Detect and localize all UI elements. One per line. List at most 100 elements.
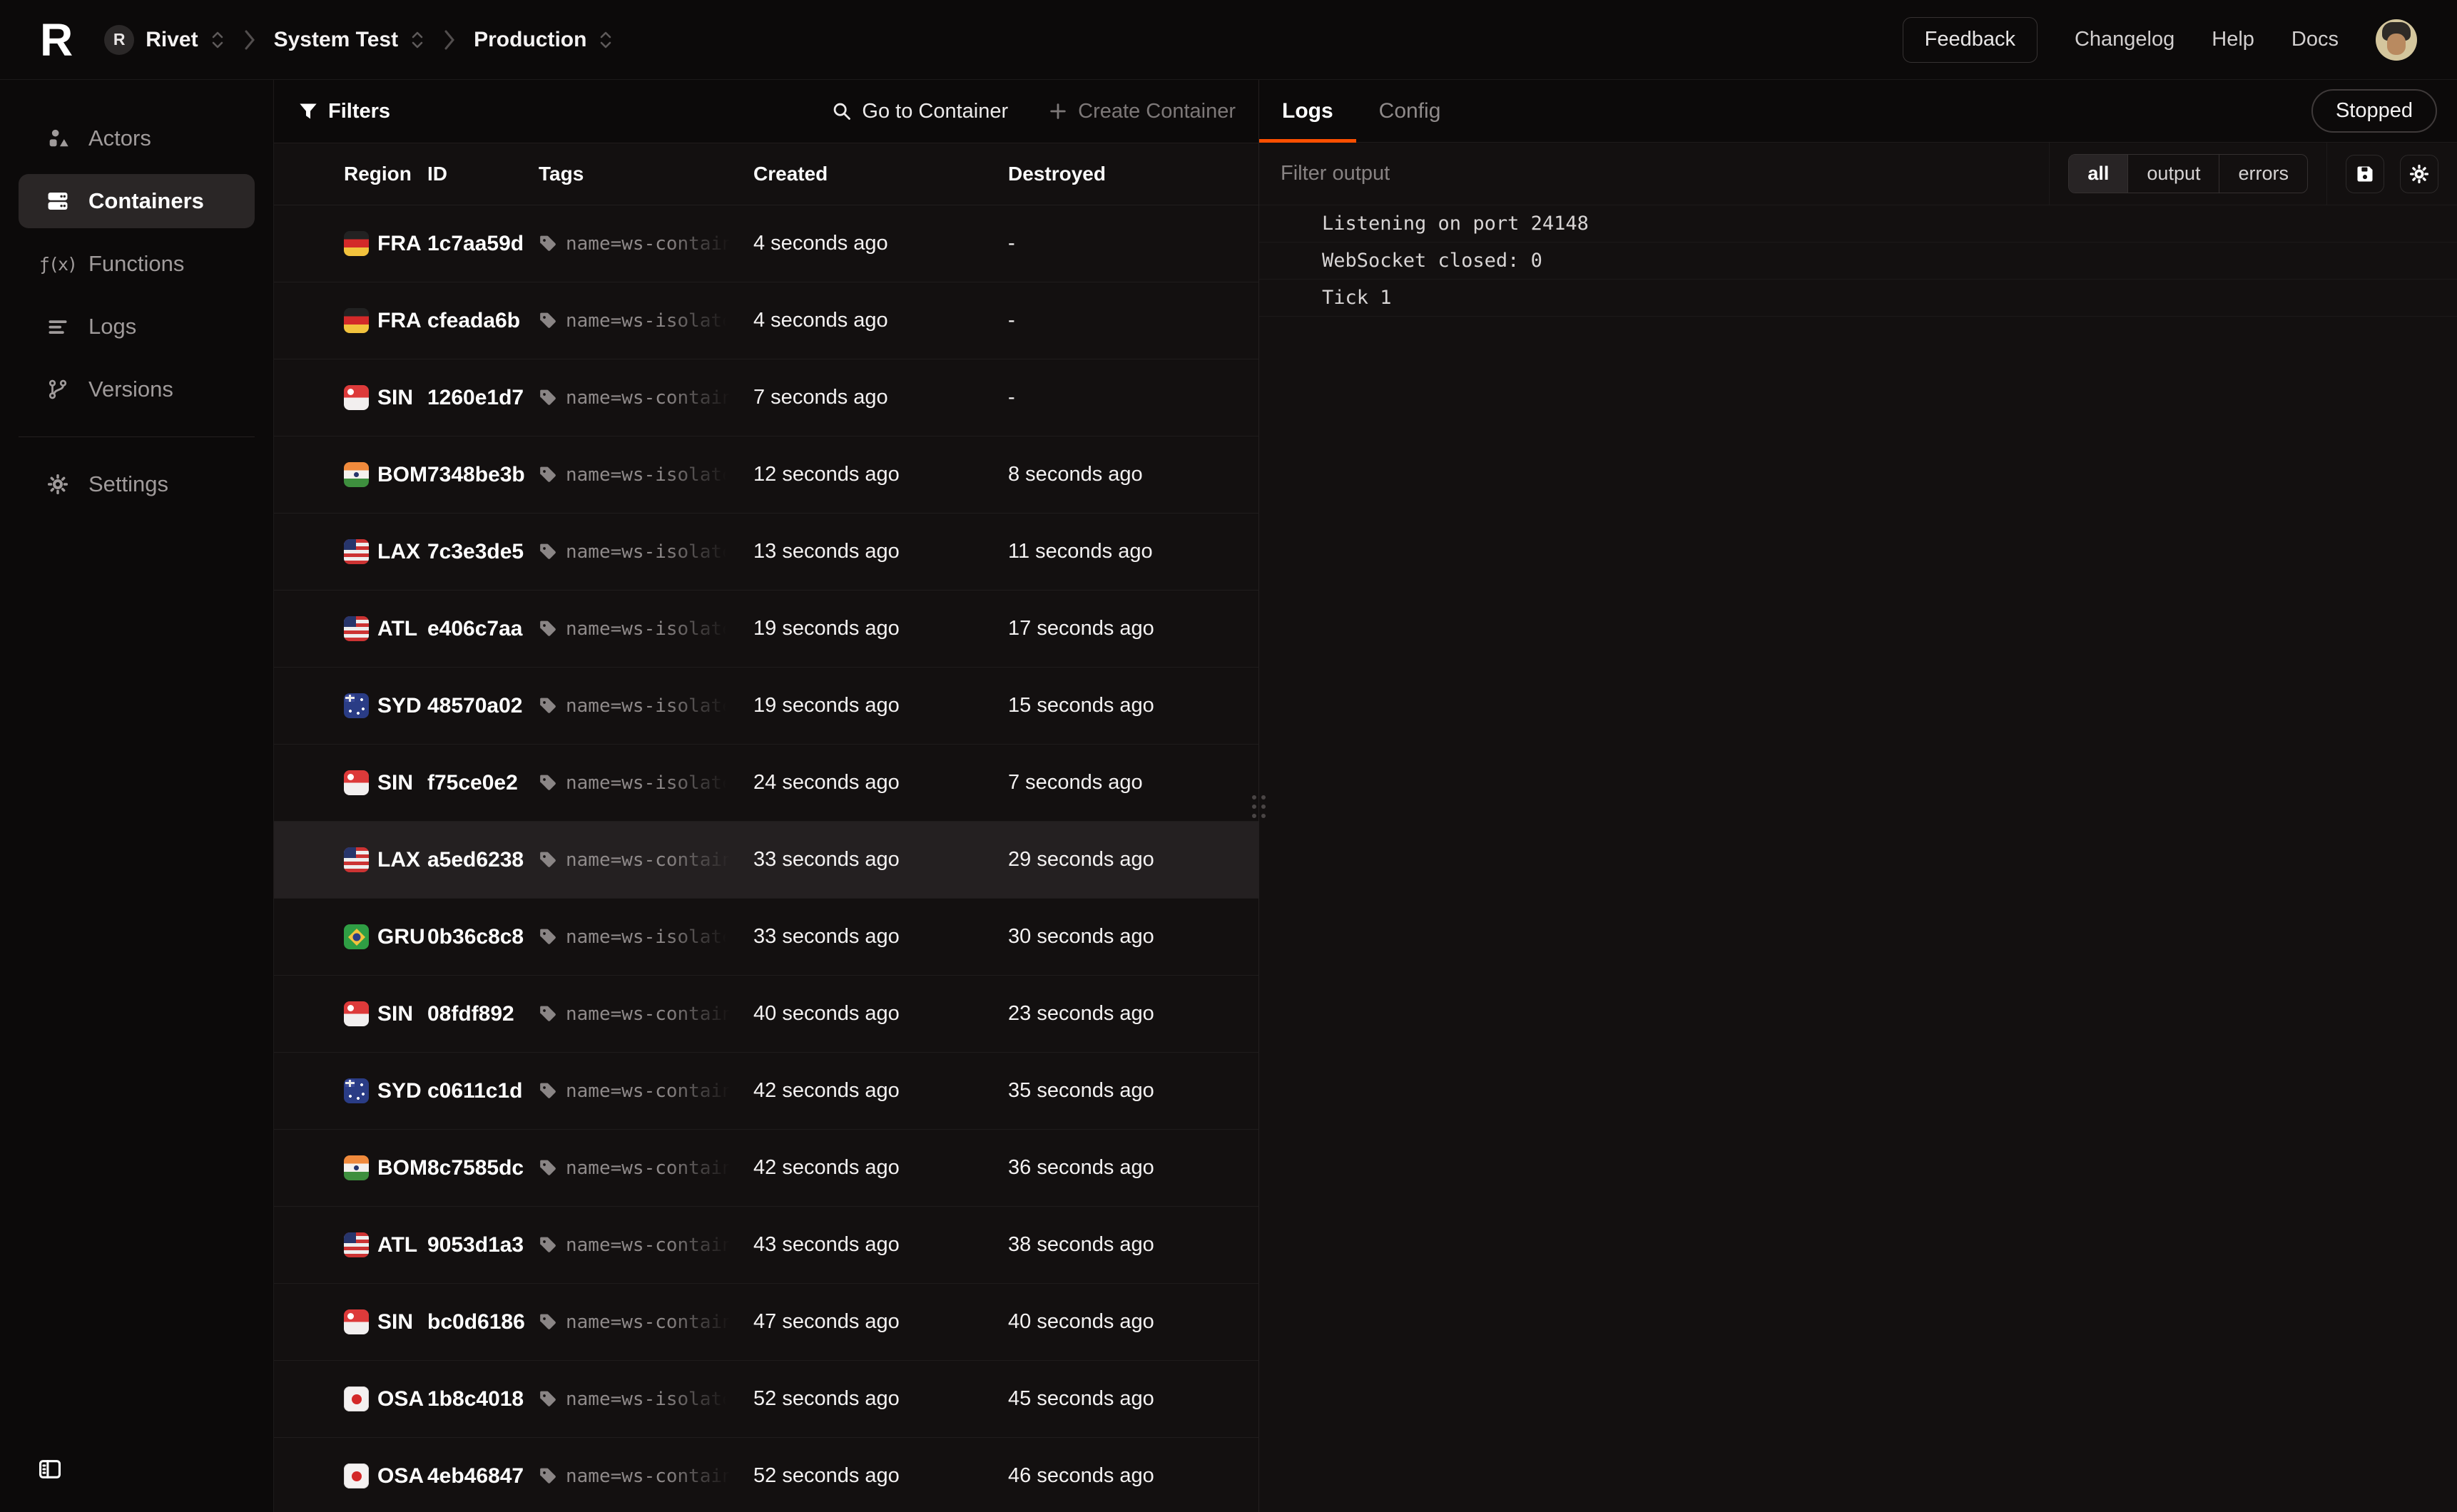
logs-icon: [46, 315, 70, 339]
region-cell: OSA: [344, 1464, 427, 1488]
go-to-container-button[interactable]: Go to Container: [828, 99, 1012, 124]
table-row[interactable]: LAX 7c3e3de5 name=ws-isolate 13 seconds …: [274, 514, 1258, 591]
sidebar-item-containers[interactable]: Containers: [19, 174, 255, 228]
topbar-left: R R Rivet System Test Production: [40, 17, 618, 63]
created-time: 4 seconds ago: [753, 309, 1008, 332]
tab-config[interactable]: Config: [1356, 80, 1464, 142]
tags-cell: name=ws-container: [539, 387, 753, 409]
breadcrumb-project-label: System Test: [274, 28, 399, 52]
help-link[interactable]: Help: [2212, 28, 2254, 51]
created-time: 52 seconds ago: [753, 1464, 1008, 1488]
table-row[interactable]: OSA 1b8c4018 name=ws-isolate 52 seconds …: [274, 1361, 1258, 1438]
filter-output-input[interactable]: [1259, 143, 2049, 205]
selector-chevrons-icon: [210, 30, 225, 50]
table-row[interactable]: LAX a5ed6238 name=ws-container 33 second…: [274, 822, 1258, 899]
table-row[interactable]: SYD 48570a02 name=ws-isolate 19 seconds …: [274, 668, 1258, 745]
sidebar-collapse-button[interactable]: [37, 1457, 63, 1483]
sidebar-item-label: Versions: [88, 377, 173, 402]
floppy-disk-icon: [2355, 164, 2375, 184]
tags-cell: name=ws-isolate: [539, 618, 753, 640]
log-level-segmented-control: all output errors: [2068, 154, 2308, 193]
region-code: OSA: [377, 1387, 424, 1411]
created-time: 13 seconds ago: [753, 540, 1008, 563]
log-filter-all[interactable]: all: [2069, 155, 2127, 193]
log-line: Listening on port 24148: [1259, 205, 2457, 242]
sidebar-item-functions[interactable]: ƒ(x) Functions: [19, 237, 255, 291]
tag-icon: [539, 1082, 557, 1100]
region-code: ATL: [377, 617, 417, 641]
region-cell: BOM: [344, 462, 427, 487]
log-settings-button[interactable]: [2400, 155, 2438, 193]
tag-icon: [539, 851, 557, 869]
sidebar-item-actors[interactable]: Actors: [19, 111, 255, 165]
filters-button[interactable]: Filters: [294, 99, 395, 124]
tags-cell: name=ws-isolate: [539, 1389, 753, 1410]
tag-icon: [539, 774, 557, 792]
table-header-row: Region ID Tags Created Destroyed: [274, 143, 1258, 205]
tags-cell: name=ws-container: [539, 1235, 753, 1256]
tag-text: name=ws-isolate: [566, 618, 733, 640]
sidebar-item-logs[interactable]: Logs: [19, 300, 255, 354]
table-row[interactable]: GRU 0b36c8c8 name=ws-isolate 33 seconds …: [274, 899, 1258, 976]
table-row[interactable]: BOM 8c7585dc name=ws-container 42 second…: [274, 1130, 1258, 1207]
created-time: 47 seconds ago: [753, 1310, 1008, 1334]
region-cell: SYD: [344, 1078, 427, 1103]
panel-resize-handle[interactable]: [1249, 789, 1268, 824]
table-row[interactable]: SIN 1260e1d7 name=ws-container 7 seconds…: [274, 359, 1258, 436]
table-row[interactable]: ATL e406c7aa name=ws-isolate 19 seconds …: [274, 591, 1258, 668]
filters-label: Filters: [328, 100, 390, 123]
breadcrumb-environment[interactable]: Production: [469, 22, 618, 58]
sidebar-item-label: Logs: [88, 314, 136, 339]
region-code: SIN: [377, 1310, 413, 1334]
log-filter-errors[interactable]: errors: [2219, 155, 2307, 193]
sidebar-divider: [19, 436, 255, 437]
tag-text: name=ws-container: [566, 1081, 737, 1102]
status-badge: Stopped: [2311, 89, 2437, 133]
region-cell: SIN: [344, 385, 427, 410]
breadcrumb-project[interactable]: System Test: [270, 22, 430, 58]
table-row[interactable]: SYD c0611c1d name=ws-container 42 second…: [274, 1053, 1258, 1130]
tags-cell: name=ws-isolate: [539, 772, 753, 794]
sidebar-item-label: Functions: [88, 251, 184, 277]
changelog-link[interactable]: Changelog: [2075, 28, 2174, 51]
table-row[interactable]: OSA 4eb46847 name=ws-container 52 second…: [274, 1438, 1258, 1512]
table-row[interactable]: FRA 1c7aa59d name=ws-container 4 seconds…: [274, 205, 1258, 282]
region-cell: SYD: [344, 693, 427, 718]
tags-cell: name=ws-container: [539, 1466, 753, 1487]
table-row[interactable]: FRA cfeada6b name=ws-isolate 4 seconds a…: [274, 282, 1258, 359]
log-filter-output[interactable]: output: [2127, 155, 2219, 193]
user-avatar[interactable]: [2376, 19, 2417, 61]
breadcrumb-org-label: Rivet: [146, 28, 198, 52]
destroyed-time: 7 seconds ago: [1008, 771, 1258, 795]
column-header-created: Created: [753, 163, 1008, 185]
table-row[interactable]: SIN bc0d6186 name=ws-container 47 second…: [274, 1284, 1258, 1361]
region-flag-icon: [344, 1078, 369, 1103]
breadcrumb-org[interactable]: R Rivet: [100, 19, 229, 61]
table-row[interactable]: BOM 7348be3b name=ws-isolate 12 seconds …: [274, 436, 1258, 514]
tab-logs[interactable]: Logs: [1259, 80, 1356, 142]
table-toolbar: Filters Go to Container Create Container: [274, 80, 1258, 143]
docs-link[interactable]: Docs: [2291, 28, 2339, 51]
sidebar-item-versions[interactable]: Versions: [19, 362, 255, 417]
rivet-logo[interactable]: R: [40, 17, 71, 63]
table-row[interactable]: SIN 08fdf892 name=ws-container 40 second…: [274, 976, 1258, 1053]
table-row[interactable]: ATL 9053d1a3 name=ws-container 43 second…: [274, 1207, 1258, 1284]
tag-icon: [539, 928, 557, 946]
tag-text: name=ws-container: [566, 849, 737, 871]
sidebar-item-settings[interactable]: Settings: [19, 457, 255, 511]
region-code: LAX: [377, 848, 420, 872]
created-time: 42 seconds ago: [753, 1079, 1008, 1103]
create-container-button[interactable]: Create Container: [1044, 99, 1240, 124]
feedback-button[interactable]: Feedback: [1903, 17, 2038, 63]
table-row[interactable]: SIN f75ce0e2 name=ws-isolate 24 seconds …: [274, 745, 1258, 822]
save-logs-button[interactable]: [2346, 155, 2384, 193]
region-flag-icon: [344, 1001, 369, 1026]
container-id: 48570a02: [427, 694, 539, 718]
plus-icon: [1048, 101, 1068, 121]
tag-text: name=ws-container: [566, 1235, 737, 1256]
region-cell: SIN: [344, 1001, 427, 1026]
top-bar: R R Rivet System Test Production: [0, 0, 2457, 80]
region-code: SIN: [377, 771, 413, 795]
log-text: WebSocket closed: 0: [1322, 250, 1542, 272]
sidebar-item-label: Actors: [88, 126, 151, 151]
